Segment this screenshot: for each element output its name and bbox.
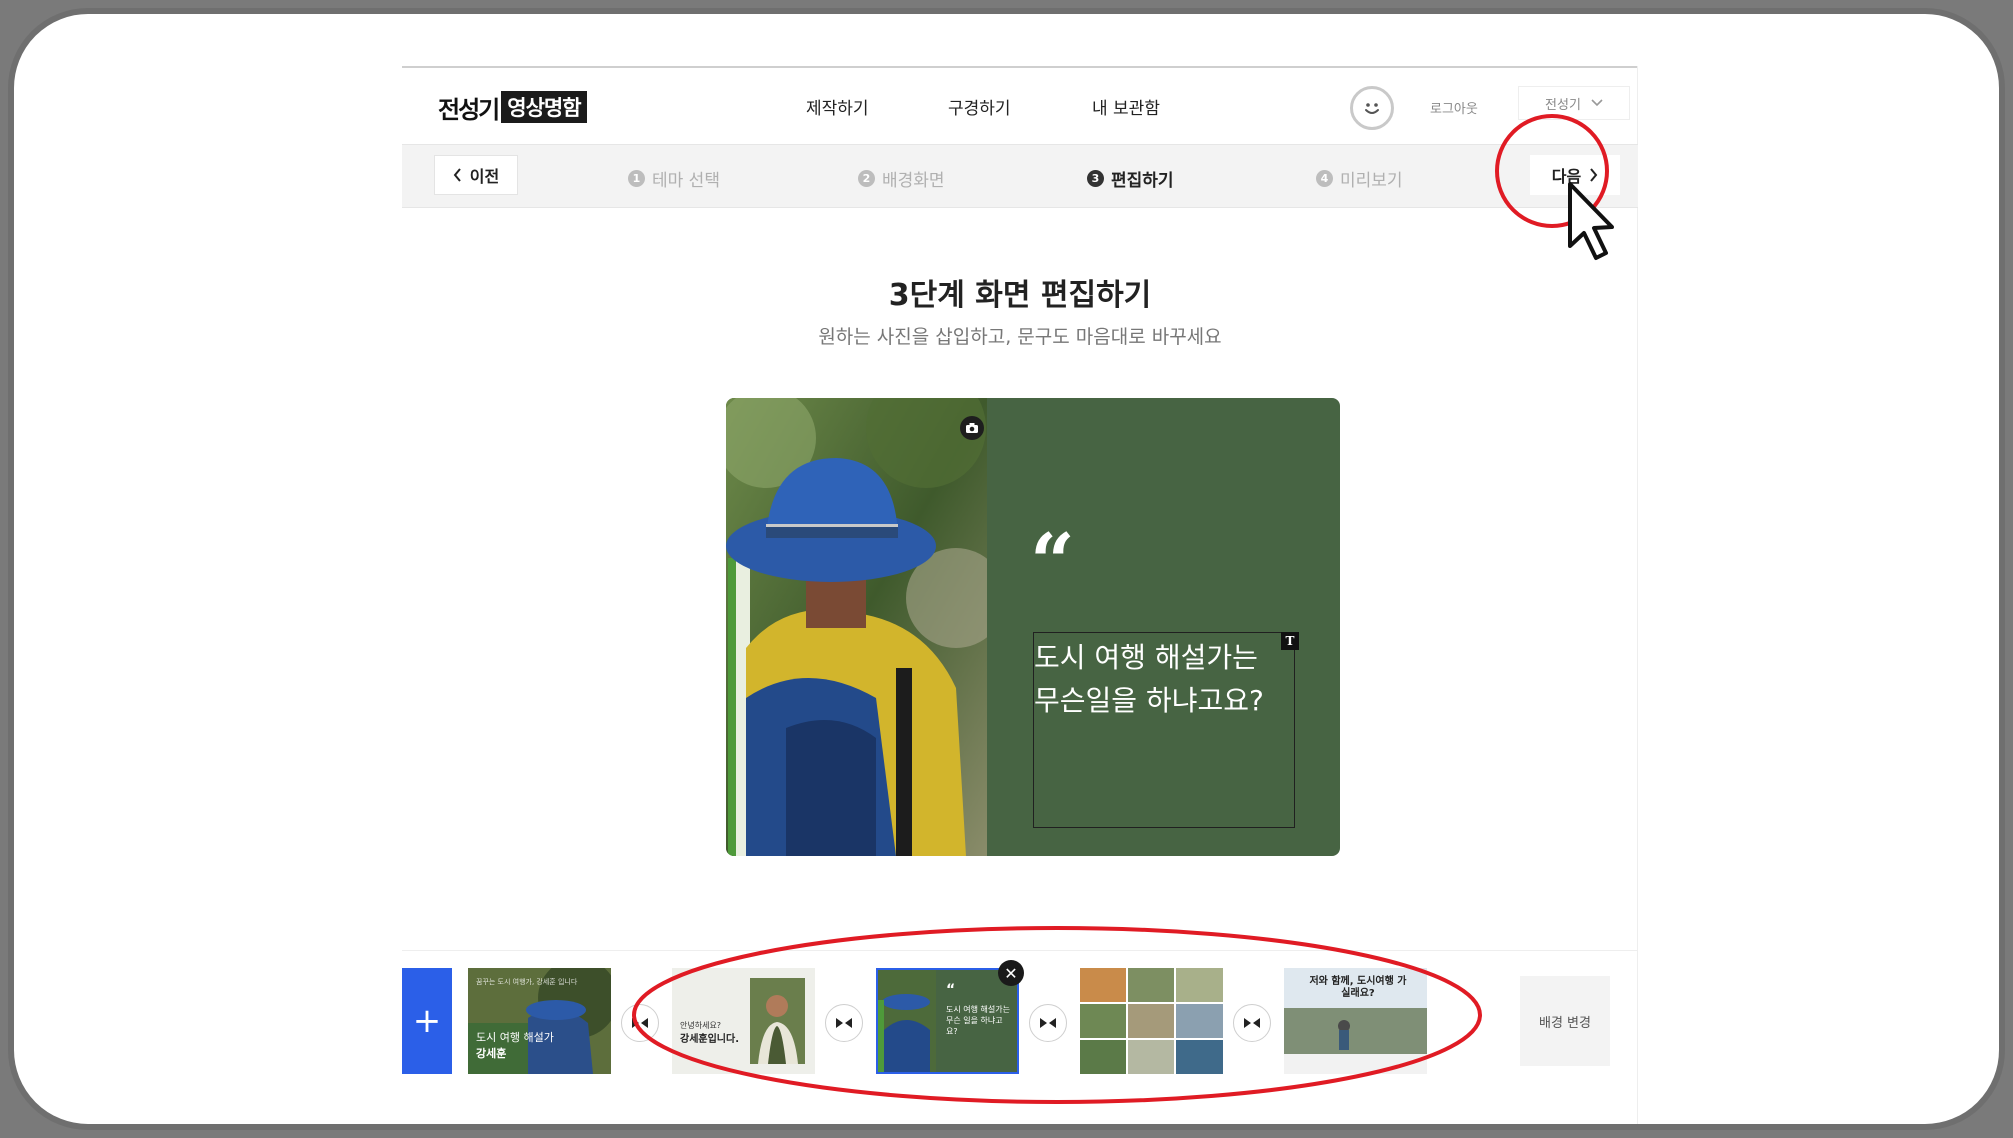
- hiker-photo-image: [726, 398, 987, 856]
- bowtie-icon: [836, 1018, 852, 1028]
- text-edit-icon[interactable]: T: [1281, 632, 1299, 650]
- step-number: 4: [1316, 170, 1333, 187]
- thumb1-main-text: 도시 여행 해설가: [476, 1031, 554, 1044]
- step-label: 배경화면: [882, 171, 945, 191]
- slide-text-line2: 무슨일을 하냐고요?: [1034, 684, 1264, 717]
- delete-slide-icon[interactable]: ✕: [998, 960, 1024, 986]
- photo-grid-image: [1080, 968, 1223, 1074]
- slide-thumbnail-2[interactable]: 안녕하세요? 강세훈입니다.: [672, 968, 815, 1074]
- camera-icon[interactable]: [960, 416, 984, 440]
- slide-editor-canvas: “ 도시 여행 해설가는 무슨일을 하냐고요? T: [726, 398, 1340, 856]
- slide-thumbnail-4[interactable]: [1080, 968, 1223, 1074]
- slide-thumbnail-3-selected[interactable]: “ 도시 여행 해설가는 무슨 일을 하냐고요?: [876, 968, 1019, 1074]
- camera-glyph: [966, 423, 978, 433]
- bowtie-icon: [1244, 1018, 1260, 1028]
- user-name: 전성기: [1545, 97, 1581, 113]
- thumb1-name: 강세훈: [476, 1047, 507, 1060]
- thumb2-small-text: 안녕하세요?: [680, 1021, 722, 1030]
- step-navigation: 이전 1 테마 선택 2 배경화면 3 편집하기 4 미리보기 다음: [402, 144, 1638, 208]
- screenshot-frame: 전성기 영상명함 제작하기 구경하기 내 보관함 로그아웃 전성기 이전 1 테…: [8, 8, 2005, 1130]
- transition-button[interactable]: [825, 1004, 863, 1042]
- step-label: 미리보기: [1340, 171, 1403, 191]
- slide-text[interactable]: 도시 여행 해설가는 무슨일을 하냐고요?: [1034, 636, 1296, 722]
- slide-thumbnail-5[interactable]: 저와 함께, 도시여행 가실래요?: [1284, 968, 1427, 1074]
- strip-divider: [402, 950, 1638, 951]
- page-title: 3단계 화면 편집하기: [888, 278, 1152, 313]
- chevron-right-icon: [1590, 168, 1598, 182]
- step-theme-select: 1 테마 선택: [628, 166, 720, 191]
- step-label: 편집하기: [1111, 171, 1174, 191]
- chevron-down-icon: [1591, 99, 1603, 107]
- slide-thumbnail-1[interactable]: 꿈꾸는 도시 여행가, 강세훈 입니다 도시 여행 해설가 강세훈: [468, 968, 611, 1074]
- chevron-left-icon: [453, 168, 461, 182]
- bowtie-icon: [632, 1018, 648, 1028]
- thumb3-quote: “: [946, 982, 956, 998]
- user-avatar[interactable]: [1350, 86, 1394, 130]
- thumb2-main-text: 강세훈입니다.: [680, 1034, 739, 1045]
- next-button[interactable]: 다음: [1530, 155, 1620, 195]
- slide-photo[interactable]: [726, 398, 987, 856]
- prev-button[interactable]: 이전: [434, 155, 518, 195]
- prev-label: 이전: [469, 167, 500, 186]
- step-preview: 4 미리보기: [1316, 166, 1403, 191]
- bowtie-icon: [1040, 1018, 1056, 1028]
- step-number: 2: [858, 170, 875, 187]
- transition-button[interactable]: [1233, 1004, 1271, 1042]
- step-label: 테마 선택: [652, 171, 720, 191]
- thumb3-main-text: 도시 여행 해설가는 무슨 일을 하냐고요?: [946, 1005, 1010, 1036]
- next-label: 다음: [1551, 167, 1582, 186]
- step-number: 1: [628, 170, 645, 187]
- nav-my-storage[interactable]: 내 보관함: [1092, 94, 1160, 119]
- step-background: 2 배경화면: [858, 166, 945, 191]
- nav-create[interactable]: 제작하기: [806, 94, 869, 119]
- thumb5-main-text: 저와 함께, 도시여행 가실래요?: [1309, 976, 1407, 999]
- quote-mark: “: [1030, 517, 1075, 608]
- transition-button[interactable]: [1029, 1004, 1067, 1042]
- background-change-button[interactable]: 배경 변경: [1520, 976, 1610, 1066]
- add-slide-button[interactable]: +: [402, 968, 452, 1074]
- page: 전성기 영상명함 제작하기 구경하기 내 보관함 로그아웃 전성기 이전 1 테…: [402, 66, 1638, 1124]
- smile-face-icon: [1365, 103, 1379, 114]
- transition-button[interactable]: [621, 1004, 659, 1042]
- page-edge: [1637, 66, 1638, 1124]
- page-subtitle: 원하는 사진을 삽입하고, 문구도 마음대로 바꾸세요: [818, 326, 1222, 348]
- site-header: 전성기 영상명함 제작하기 구경하기 내 보관함 로그아웃 전성기: [402, 68, 1638, 138]
- user-menu-dropdown[interactable]: 전성기: [1518, 86, 1630, 120]
- step-number: 3: [1087, 170, 1104, 187]
- slide-text-line1: 도시 여행 해설가는: [1034, 641, 1258, 674]
- logout-link[interactable]: 로그아웃: [1430, 98, 1478, 117]
- step-edit: 3 편집하기: [1087, 166, 1174, 191]
- nav-browse[interactable]: 구경하기: [948, 94, 1011, 119]
- thumb1-small-text: 꿈꾸는 도시 여행가, 강세훈 입니다: [476, 978, 578, 986]
